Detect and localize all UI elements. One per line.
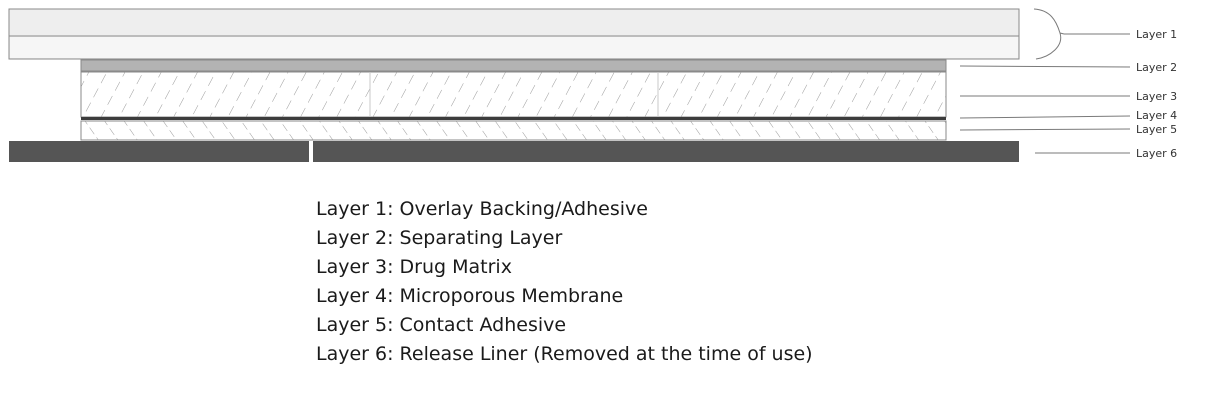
layer-1-overlay-backing <box>8 8 1020 60</box>
legend-item-layer-6: Layer 6: Release Liner (Removed at the t… <box>316 343 813 365</box>
callout-layer-1: Layer 1 <box>1136 28 1177 41</box>
callout-layer-4: Layer 4 <box>1136 109 1177 122</box>
legend-item-layer-2: Layer 2: Separating Layer <box>316 227 563 249</box>
callout-layer-3: Layer 3 <box>1136 90 1177 103</box>
callout-layer-6: Layer 6 <box>1136 147 1177 160</box>
layer-3-drug-matrix <box>80 71 947 118</box>
callout-layer-5: Layer 5 <box>1136 123 1177 136</box>
layer-1-brace <box>1033 8 1065 60</box>
layer-legend: Layer 1: Overlay Backing/Adhesive Layer … <box>316 195 813 369</box>
layer-6-release-liner <box>9 141 1019 162</box>
legend-item-layer-5: Layer 5: Contact Adhesive <box>316 314 567 336</box>
legend-item-layer-3: Layer 3: Drug Matrix <box>316 256 512 278</box>
layer-4-microporous-membrane <box>81 117 946 120</box>
layer-2-separating-layer <box>80 59 947 72</box>
legend-item-layer-1: Layer 1: Overlay Backing/Adhesive <box>316 198 648 220</box>
layer-5-contact-adhesive <box>80 120 947 141</box>
patch-layer-diagram: Layer 1 Layer 2 Layer 3 Layer 4 Layer 5 … <box>8 8 1177 162</box>
legend-item-layer-4: Layer 4: Microporous Membrane <box>316 285 624 307</box>
callout-layer-2: Layer 2 <box>1136 61 1177 74</box>
